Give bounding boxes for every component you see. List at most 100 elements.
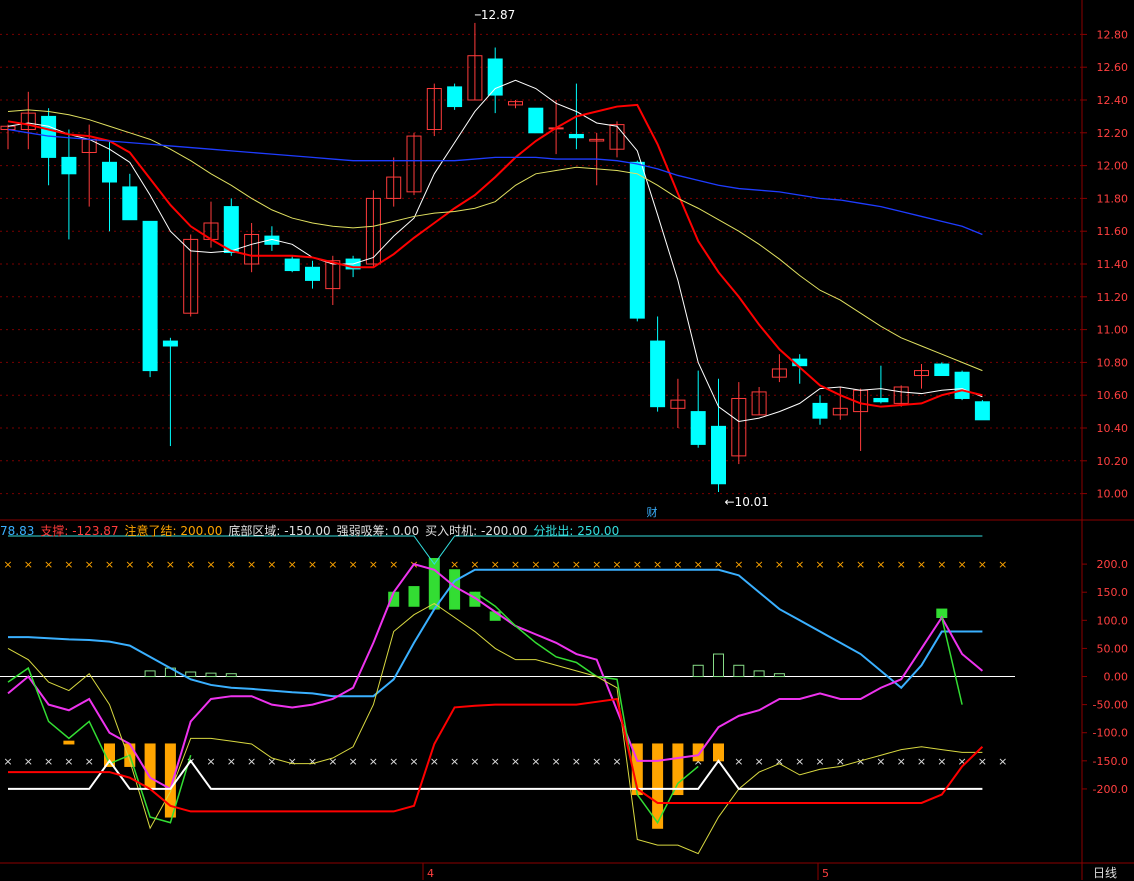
level-marker: ×: [612, 755, 621, 768]
level-marker: ×: [308, 558, 317, 571]
price-tick-label: 11.20: [1097, 291, 1129, 304]
indicator-tick-label: -200.0: [1093, 783, 1128, 796]
indicator-tick-label: 100.0: [1097, 614, 1129, 627]
level-marker: ×: [876, 558, 885, 571]
level-marker: ×: [267, 558, 276, 571]
level-marker: ×: [917, 755, 926, 768]
level-marker: ×: [937, 755, 946, 768]
level-marker: ×: [978, 755, 987, 768]
level-marker: ×: [247, 558, 256, 571]
level-marker: ×: [24, 558, 33, 571]
price-tick-label: 12.60: [1097, 61, 1129, 74]
level-marker: ×: [348, 755, 357, 768]
event-marker: 财: [647, 505, 658, 519]
indicator-bar: [144, 670, 156, 678]
level-marker: ×: [470, 755, 479, 768]
level-marker: ×: [369, 755, 378, 768]
indicator-blue-line: [8, 568, 983, 698]
price-tick-label: 11.80: [1097, 192, 1129, 205]
ma60-line: [7, 128, 983, 236]
level-marker: ×: [328, 558, 337, 571]
level-marker: ×: [450, 755, 459, 768]
indicator-bar: [225, 673, 237, 678]
indicator-bar: [428, 557, 440, 610]
level-marker: ×: [897, 558, 906, 571]
candle-body: [61, 156, 77, 175]
level-marker: ×: [85, 558, 94, 571]
level-marker: ×: [572, 755, 581, 768]
level-marker: ×: [937, 558, 946, 571]
price-tick-label: 10.00: [1097, 488, 1129, 501]
indicator-bar: [733, 664, 745, 678]
level-marker: ×: [815, 755, 824, 768]
indicator-bar: [692, 664, 704, 678]
level-marker: ×: [125, 558, 134, 571]
level-marker: ×: [166, 558, 175, 571]
indicator-bar: [753, 670, 765, 678]
indicator-bar: [408, 586, 420, 607]
price-tick-label: 11.60: [1097, 225, 1129, 238]
x-tick-label: 5: [822, 867, 829, 880]
indicator-tick-label: -100.0: [1093, 727, 1128, 740]
price-tick-label: 12.00: [1097, 160, 1129, 173]
candle-body: [162, 340, 178, 347]
indicator-bar: [713, 653, 724, 678]
indicator-bar: [773, 673, 785, 678]
level-marker: ×: [998, 558, 1007, 571]
legend-item: 注意了结: 200.00: [124, 524, 223, 538]
legend-item: 强弱吸筹: 0.00: [336, 524, 420, 538]
level-marker: ×: [754, 558, 763, 571]
candle-body: [974, 401, 990, 421]
level-marker: ×: [815, 558, 824, 571]
extreme-label: 12.87: [481, 8, 515, 22]
price-tick-label: 10.40: [1097, 422, 1129, 435]
level-marker: ×: [734, 755, 743, 768]
level-marker: ×: [450, 558, 459, 571]
price-tick-label: 12.80: [1097, 28, 1129, 41]
level-marker: ×: [145, 558, 154, 571]
level-marker: ×: [206, 558, 215, 571]
candle-body: [812, 402, 828, 419]
level-marker: ×: [836, 558, 845, 571]
level-marker: ×: [24, 755, 33, 768]
level-marker: ×: [308, 755, 317, 768]
level-marker: ×: [227, 558, 236, 571]
price-tick-label: 12.20: [1097, 127, 1129, 140]
indicator-bar: [205, 672, 217, 678]
level-marker: ×: [531, 755, 540, 768]
level-marker: ×: [734, 558, 743, 571]
candle-body: [954, 371, 970, 399]
level-marker: ×: [754, 755, 763, 768]
level-marker: ×: [511, 755, 520, 768]
legend-item: 分批出: 250.00: [533, 524, 620, 538]
indicator-tick-label: -50.00: [1093, 699, 1128, 712]
candle-body: [650, 340, 666, 408]
indicator-bar: [692, 743, 704, 762]
candle-body: [305, 266, 320, 281]
level-marker: ×: [775, 558, 784, 571]
indicator-bar: [672, 743, 684, 796]
level-marker: ×: [491, 755, 500, 768]
level-marker: ×: [795, 558, 804, 571]
level-marker: ×: [389, 755, 398, 768]
candle-body: [873, 397, 889, 403]
level-marker: ×: [551, 755, 560, 768]
level-marker: ×: [795, 755, 804, 768]
candle-body: [284, 258, 300, 272]
level-marker: ×: [389, 558, 398, 571]
level-marker: ×: [105, 558, 114, 571]
level-marker: ×: [409, 755, 418, 768]
level-marker: ×: [186, 558, 195, 571]
indicator-tick-label: 0.00: [1104, 671, 1129, 684]
price-tick-label: 10.60: [1097, 389, 1129, 402]
level-marker: ×: [288, 558, 297, 571]
level-marker: ×: [897, 755, 906, 768]
level-marker: ×: [856, 558, 865, 571]
timeframe-label[interactable]: 日线: [1093, 864, 1117, 881]
indicator-bar: [63, 740, 75, 745]
level-marker: ×: [369, 558, 378, 571]
candle-body: [142, 220, 158, 372]
level-marker: ×: [64, 558, 73, 571]
price-tick-label: 10.80: [1097, 356, 1129, 369]
candle-body: [690, 411, 706, 445]
